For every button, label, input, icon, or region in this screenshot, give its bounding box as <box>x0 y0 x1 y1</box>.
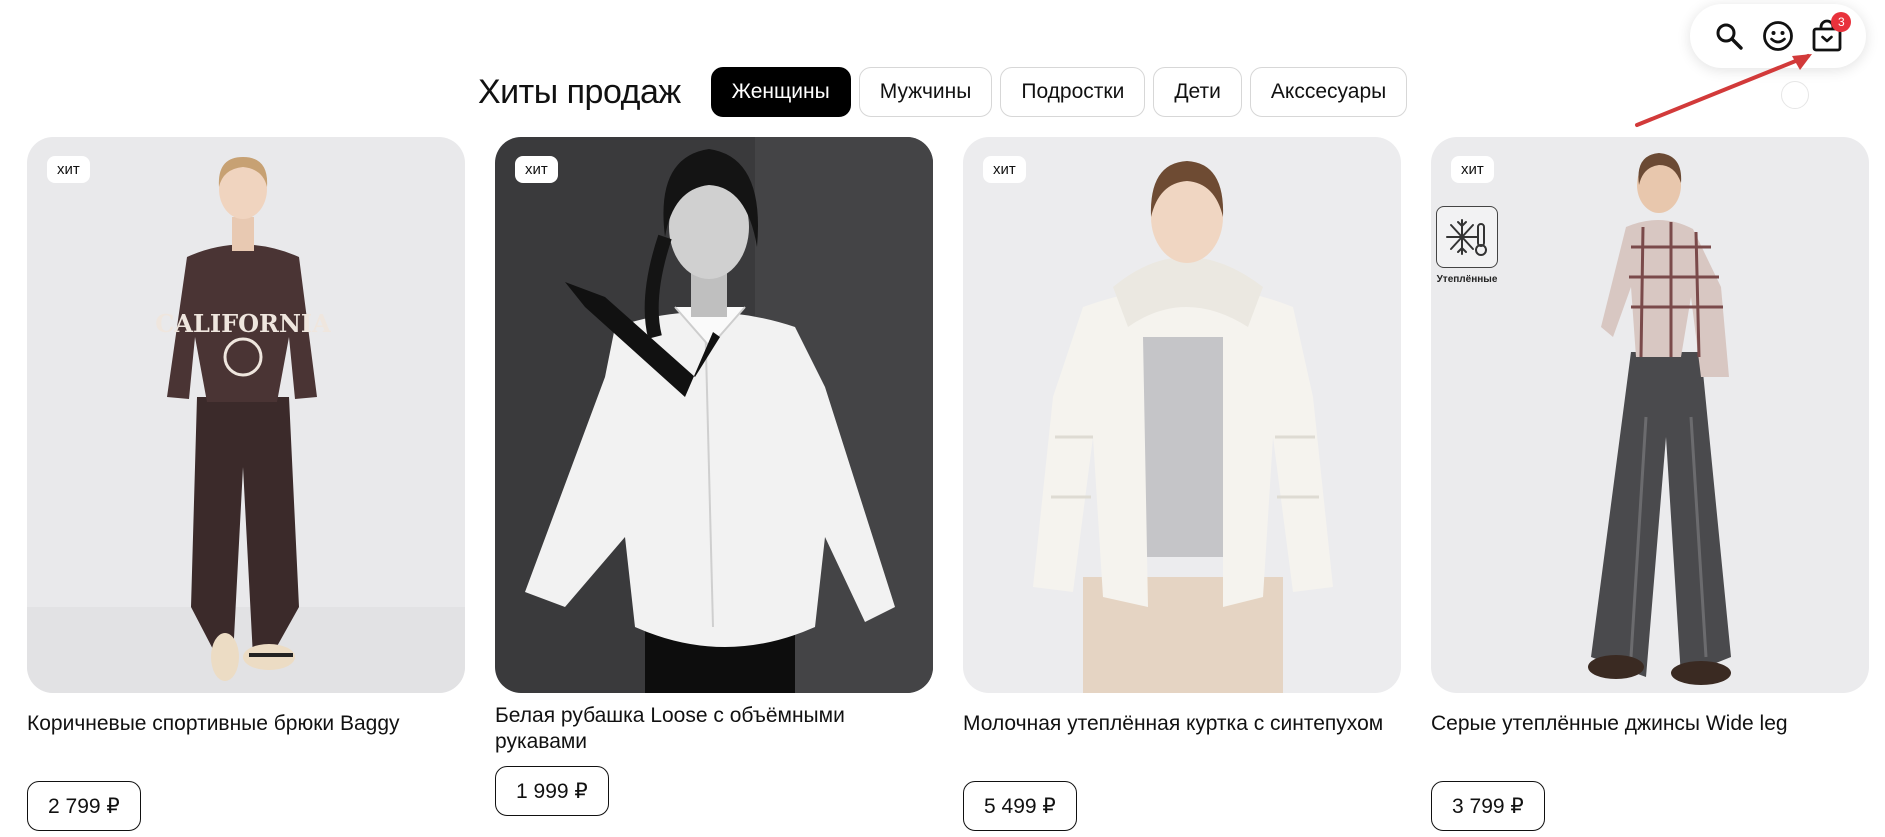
snowflake-thermometer-icon <box>1436 206 1498 268</box>
tab-accessories[interactable]: Акссесуары <box>1249 67 1408 117</box>
svg-text:CALIFORNIA: CALIFORNIA <box>155 309 331 338</box>
smiley-account-icon[interactable] <box>1760 18 1796 54</box>
section-header: Хиты продаж Женщины Мужчины Подростки Де… <box>478 66 1408 118</box>
tab-kids[interactable]: Дети <box>1153 67 1242 117</box>
product-name[interactable]: Серые утеплённые джинсы Wide leg <box>1431 711 1869 763</box>
product-card: хит Утеплённые Серые утеплённые джинсы W… <box>1431 137 1869 831</box>
tab-men[interactable]: Мужчины <box>858 67 993 117</box>
price-button[interactable]: 3 799 ₽ <box>1431 781 1545 831</box>
insulated-feature-badge: Утеплённые <box>1435 206 1499 285</box>
product-photo[interactable]: хит Утеплённые <box>1431 137 1869 693</box>
hit-badge: хит <box>983 156 1026 183</box>
product-photo[interactable]: хит <box>495 137 933 693</box>
product-photo[interactable]: хит <box>963 137 1401 693</box>
product-card: CALIFORNIA хит Коричневые спортивные брю… <box>27 137 465 831</box>
hit-badge: хит <box>47 156 90 183</box>
carousel-indicator[interactable] <box>1781 81 1809 109</box>
cart-count-badge: 3 <box>1831 12 1852 32</box>
product-card: хит Белая рубашка Loose с объёмными рука… <box>495 137 933 831</box>
price-button[interactable]: 1 999 ₽ <box>495 766 609 816</box>
tab-teens[interactable]: Подростки <box>1000 67 1146 117</box>
search-icon[interactable] <box>1711 18 1747 54</box>
product-name[interactable]: Коричневые спортивные брюки Baggy <box>27 711 465 763</box>
shopping-bag-icon[interactable]: 3 <box>1809 12 1852 54</box>
tab-women[interactable]: Женщины <box>710 67 851 117</box>
product-grid: CALIFORNIA хит Коричневые спортивные брю… <box>27 137 1869 831</box>
section-title: Хиты продаж <box>478 72 681 111</box>
product-photo[interactable]: CALIFORNIA хит <box>27 137 465 693</box>
insulated-label: Утеплённые <box>1436 274 1498 285</box>
price-button[interactable]: 2 799 ₽ <box>27 781 141 831</box>
hit-badge: хит <box>1451 156 1494 183</box>
product-name[interactable]: Молочная утеплённая куртка с синтепухом <box>963 711 1401 763</box>
product-card: хит Молочная утеплённая куртка с синтепу… <box>963 137 1401 831</box>
hit-badge: хит <box>515 156 558 183</box>
category-tabs: Женщины Мужчины Подростки Дети Акссесуар… <box>710 67 1408 117</box>
price-button[interactable]: 5 499 ₽ <box>963 781 1077 831</box>
header-actions: 3 <box>1690 4 1866 68</box>
product-name[interactable]: Белая рубашка Loose с объёмными рукавами <box>495 703 933 755</box>
